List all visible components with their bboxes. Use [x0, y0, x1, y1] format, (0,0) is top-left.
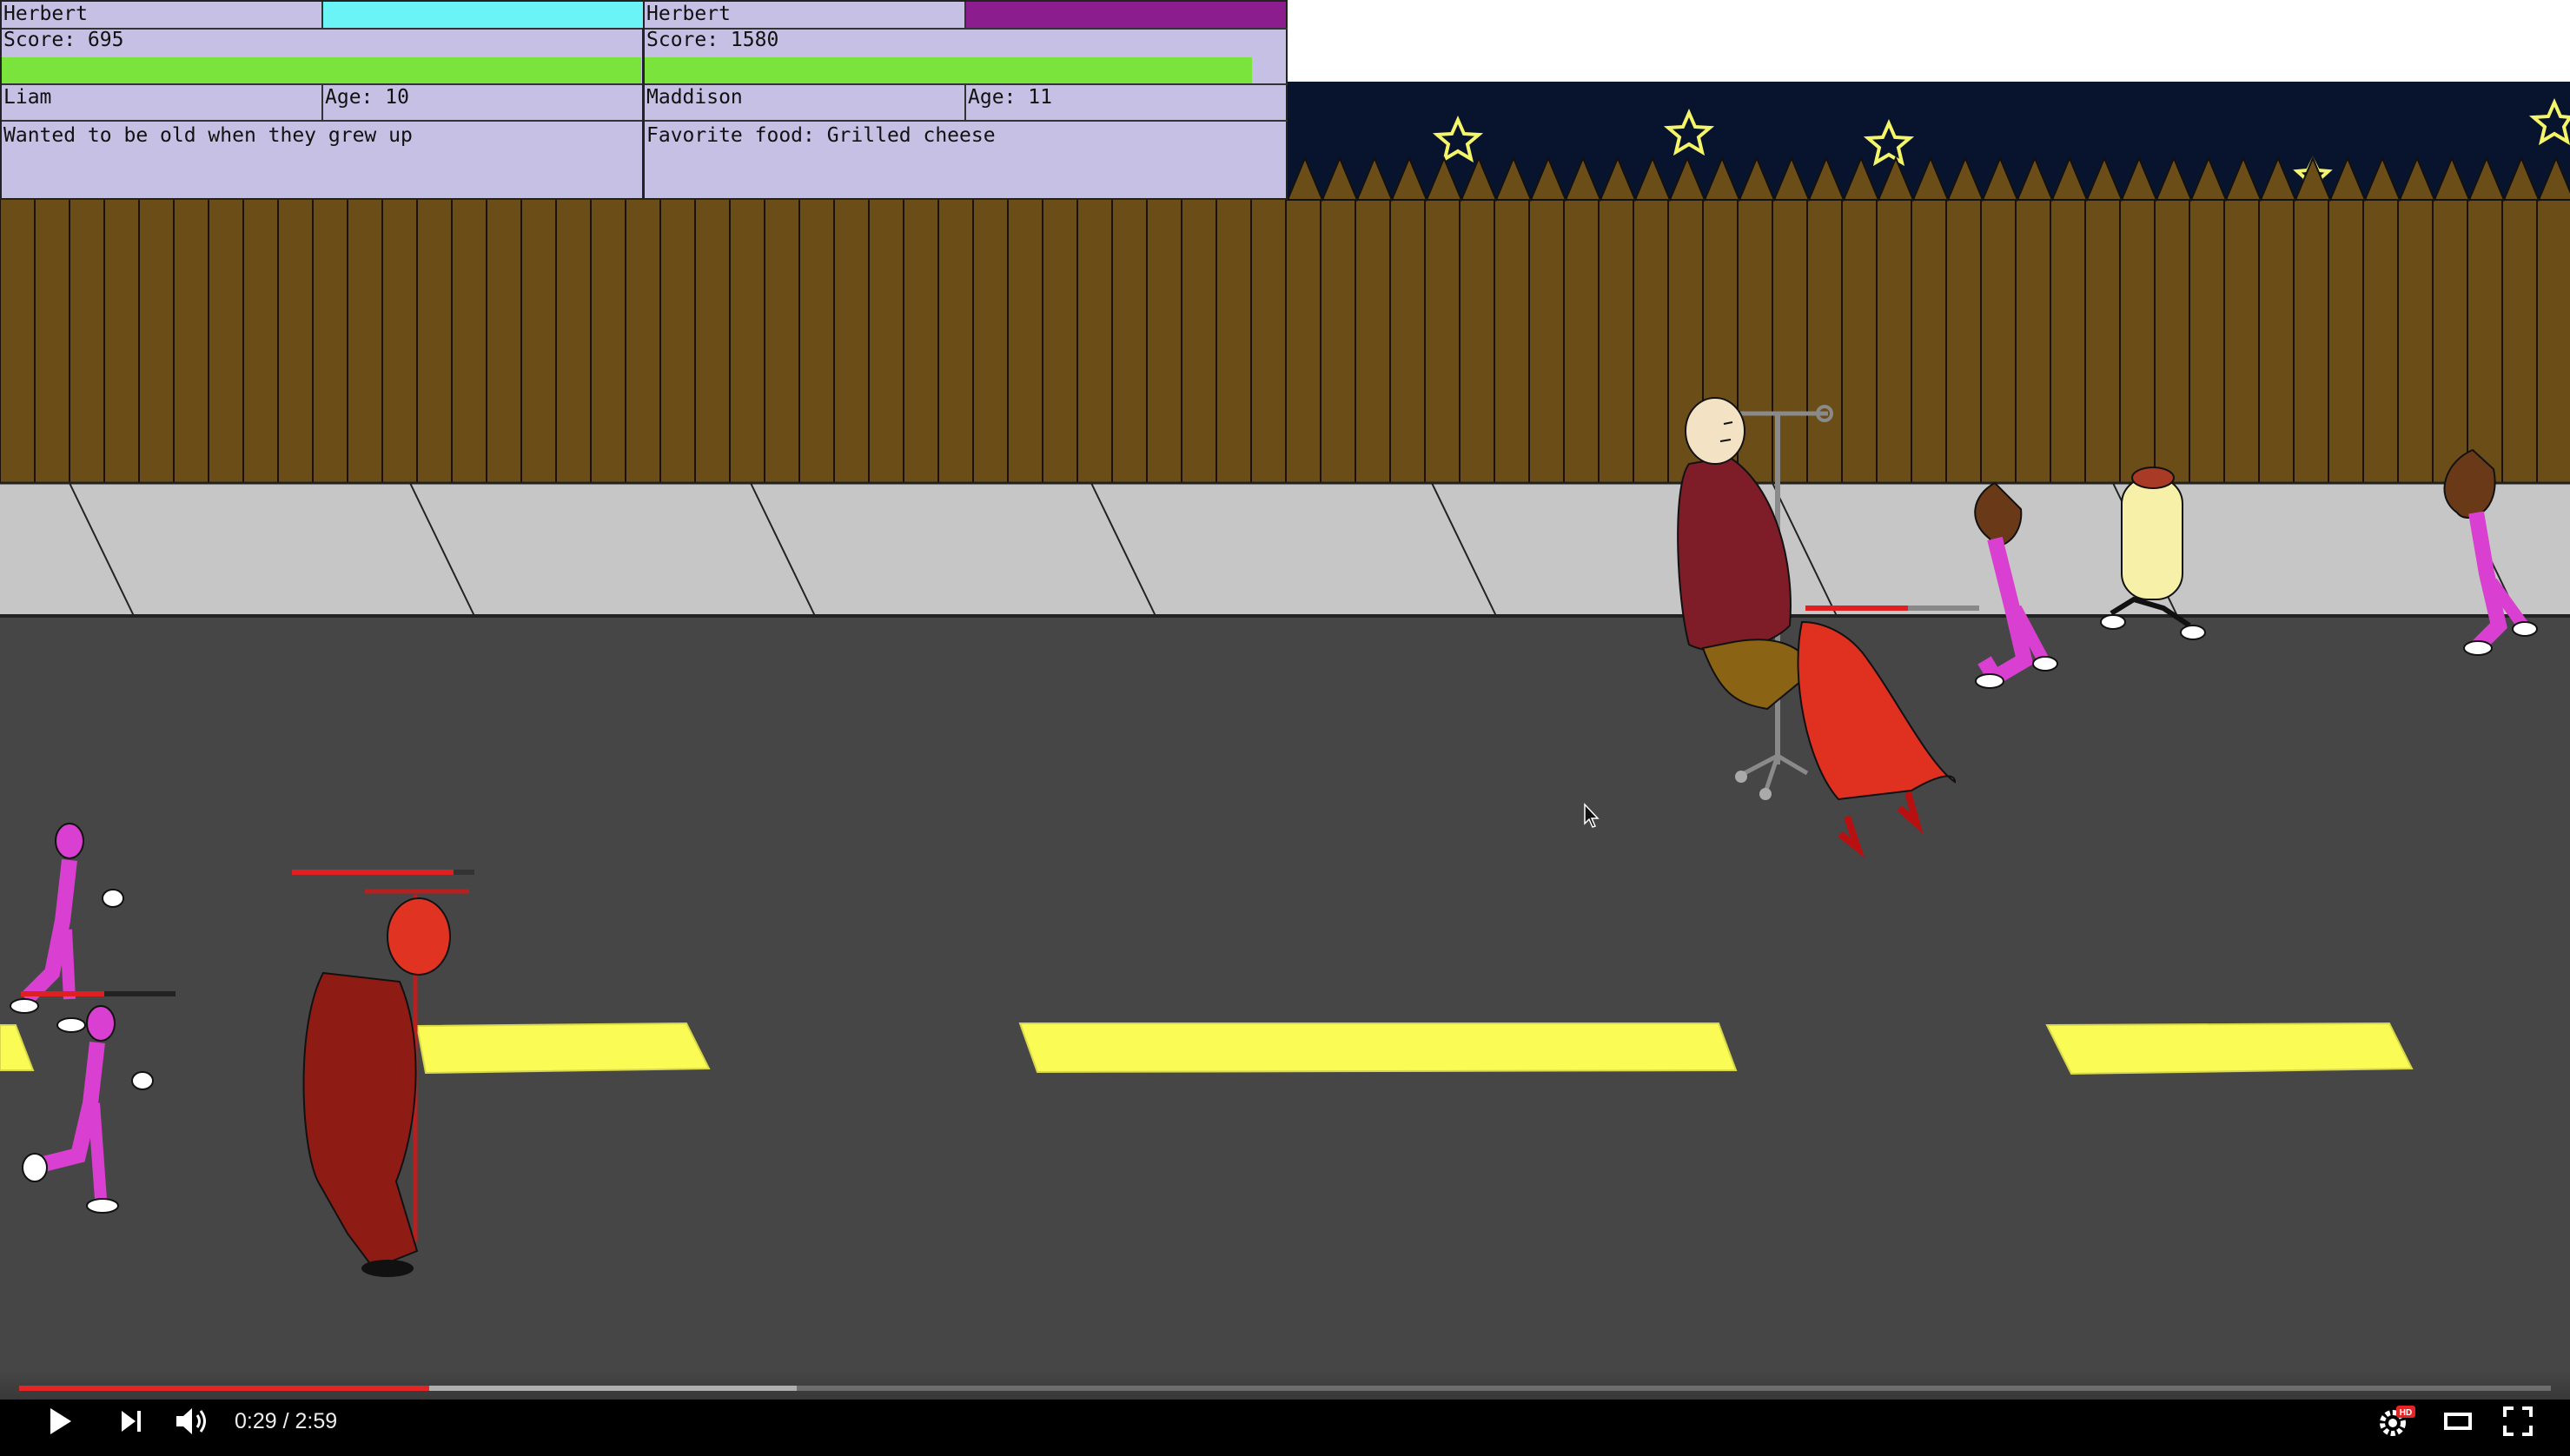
mouse-cursor-icon: [1584, 803, 1600, 828]
player-color-swatch: [323, 2, 643, 28]
volume-button[interactable]: [170, 1400, 217, 1442]
player-panel-right: Herbert Score: 1580 Maddison Age: 11 Fav…: [645, 2, 1288, 198]
fullscreen-icon: [2503, 1406, 2533, 1436]
hd-badge: HD: [2400, 1408, 2412, 1418]
theater-mode-icon: [2444, 1413, 2472, 1430]
game-scene: [0, 0, 2570, 1400]
player-name: Herbert: [646, 3, 731, 25]
time-display: 0:29 / 2:59: [235, 1409, 338, 1433]
played-progress: [19, 1386, 430, 1391]
character-name: Liam: [3, 86, 52, 109]
sidewalk: [0, 481, 2570, 618]
wooden-fence: [0, 156, 2570, 486]
fact-text: Favorite food: Grilled cheese: [646, 124, 996, 147]
settings-button[interactable]: HD: [2374, 1400, 2421, 1442]
fullscreen-button[interactable]: [2495, 1400, 2540, 1442]
next-button[interactable]: [109, 1400, 153, 1442]
progress-bar[interactable]: [19, 1386, 2551, 1391]
score-text: Score: 695: [3, 29, 124, 51]
player-color-swatch: [966, 2, 1286, 28]
health-bar: [2, 57, 641, 83]
top-white-area: [1288, 0, 2570, 82]
play-button[interactable]: [38, 1400, 82, 1442]
age-text: Age: 11: [968, 86, 1052, 109]
character-name: Maddison: [646, 86, 743, 109]
play-icon: [50, 1408, 71, 1434]
age-text: Age: 10: [325, 86, 409, 109]
theater-mode-button[interactable]: [2436, 1400, 2480, 1442]
player-name: Herbert: [3, 3, 88, 25]
score-text: Score: 1580: [646, 29, 779, 51]
next-icon: [122, 1411, 141, 1432]
video-controls: [0, 1369, 2570, 1456]
player-panel-left: Herbert Score: 695 Liam Age: 10 Wanted t…: [2, 2, 645, 198]
fact-text: Wanted to be old when they grew up: [3, 124, 413, 147]
volume-icon: [176, 1408, 206, 1434]
health-bar: [645, 57, 1253, 83]
settings-icon: HD: [2380, 1406, 2415, 1436]
player-hud: Herbert Score: 695 Liam Age: 10 Wanted t…: [0, 0, 1288, 200]
